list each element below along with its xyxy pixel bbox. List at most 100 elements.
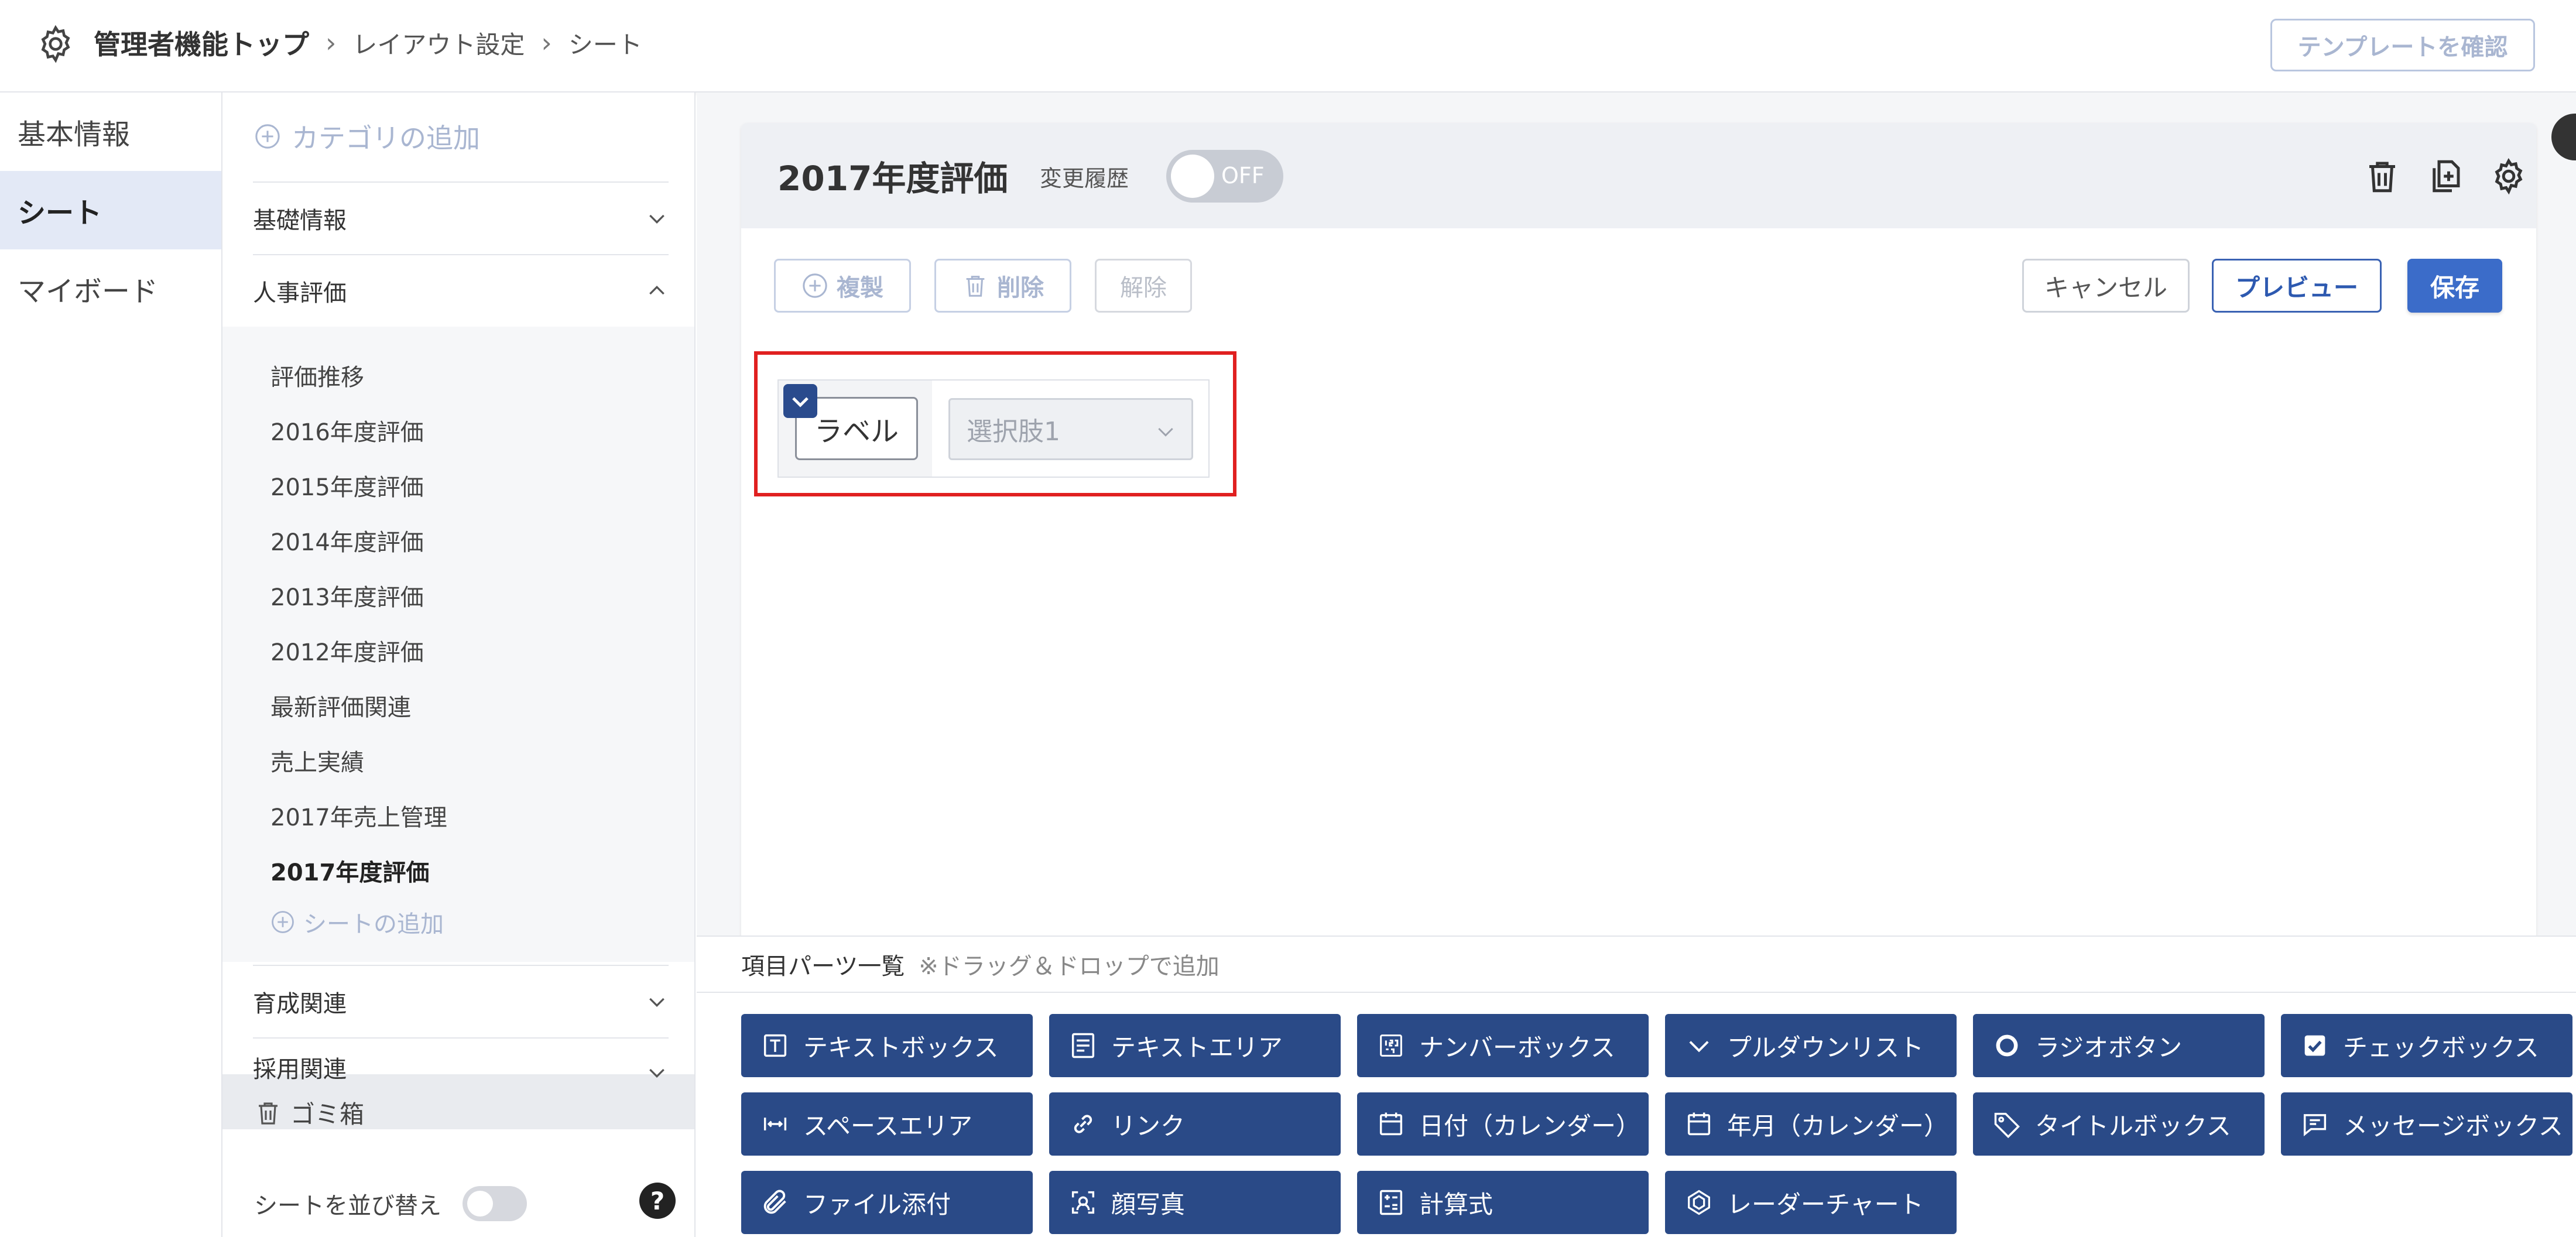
part-radio[interactable]: ラジオボタン <box>1973 1014 2265 1077</box>
part-label: テキストエリア <box>1111 1033 1283 1062</box>
help-icon[interactable]: ? <box>639 1183 676 1219</box>
part-checkbox[interactable]: チェックボックス <box>2281 1014 2572 1077</box>
trash-label: ゴミ箱 <box>290 1100 365 1129</box>
add-sheet-button[interactable]: シートの追加 <box>270 905 444 939</box>
part-formula[interactable]: 計算式 <box>1357 1171 1649 1234</box>
breadcrumb-sheet: シート <box>568 30 642 59</box>
sheet-item[interactable]: 2015年度評価 <box>270 468 424 502</box>
add-category-button[interactable]: カテゴリの追加 <box>254 117 480 156</box>
part-numberbox[interactable]: ナンバーボックス <box>1357 1014 1649 1077</box>
parts-title: 項目パーツ一覧 <box>741 953 905 980</box>
nav-item-myboard[interactable]: マイボード <box>0 249 221 328</box>
cancel-button[interactable]: キャンセル <box>2022 259 2190 313</box>
link-icon <box>1074 1115 1092 1133</box>
chevron-down-icon <box>1689 1041 1709 1053</box>
trash-icon[interactable] <box>2363 157 2402 196</box>
paperclip-icon <box>763 1190 786 1214</box>
plus-circle-icon <box>272 911 294 933</box>
gear-icon[interactable] <box>35 23 76 64</box>
duplicate-button[interactable]: 複製 <box>774 259 911 313</box>
chevron-down-icon <box>649 1068 664 1078</box>
select-value: 選択肢1 <box>967 417 1060 447</box>
category-training[interactable]: 育成関連 <box>253 965 669 1037</box>
trash-icon <box>966 276 985 297</box>
category-basic[interactable]: 基礎情報 <box>253 181 669 254</box>
sheet-item[interactable]: 2013年度評価 <box>270 578 424 612</box>
part-label: レーダーチャート <box>1727 1190 1924 1219</box>
part-title-box[interactable]: タイトルボックス <box>1973 1092 2265 1156</box>
category-label: 採用関連 <box>253 1056 347 1083</box>
sort-sheets-label: シートを並び替え <box>254 1193 441 1219</box>
number-icon <box>1380 1034 1402 1057</box>
part-space-area[interactable]: スペースエリア <box>741 1092 1033 1156</box>
part-message-box[interactable]: メッセージボックス <box>2281 1092 2572 1156</box>
trash-link[interactable]: ゴミ箱 <box>254 1095 364 1130</box>
chevron-down-icon <box>792 397 809 407</box>
part-label: テキストボックス <box>803 1033 999 1062</box>
part-textbox[interactable]: テキストボックス <box>741 1014 1033 1077</box>
parts-note: ※ドラッグ＆ドロップで追加 <box>919 953 1220 980</box>
copy-document-icon[interactable] <box>2426 157 2465 196</box>
part-file-attach[interactable]: ファイル添付 <box>741 1171 1033 1234</box>
part-label: 顔写真 <box>1111 1190 1186 1219</box>
face-photo-icon <box>1071 1191 1095 1214</box>
part-label: タイトルボックス <box>2035 1111 2231 1140</box>
part-textarea[interactable]: テキストエリア <box>1049 1014 1341 1077</box>
nav-item-sheet[interactable]: シート <box>0 171 221 249</box>
part-label: スペースエリア <box>803 1111 972 1140</box>
chevron-right-icon: › <box>541 27 552 59</box>
sheet-item[interactable]: 2017年売上管理 <box>270 799 447 832</box>
radio-icon <box>1996 1034 2018 1057</box>
category-label: 基礎情報 <box>253 207 347 234</box>
add-category-label: カテゴリの追加 <box>292 122 480 154</box>
sheet-item[interactable]: 2014年度評価 <box>270 523 424 557</box>
part-date-calendar[interactable]: 日付（カレンダー） <box>1357 1092 1649 1156</box>
part-month-calendar[interactable]: 年月（カレンダー） <box>1665 1092 1957 1156</box>
history-label: 変更履歴 <box>1040 166 1129 191</box>
sheet-item[interactable]: 2016年度評価 <box>270 413 424 447</box>
history-toggle[interactable]: OFF <box>1166 150 1283 203</box>
chevron-right-icon: › <box>326 27 337 59</box>
sheet-item-active[interactable]: 2017年度評価 <box>270 854 429 888</box>
category-recruitment[interactable]: 採用関連 <box>253 1037 669 1084</box>
part-radar-chart[interactable]: レーダーチャート <box>1665 1171 1957 1234</box>
part-label: 計算式 <box>1419 1190 1493 1219</box>
calendar-icon <box>1379 1112 1403 1136</box>
sheet-header: 2017年度評価 変更履歴 OFF <box>741 123 2536 228</box>
trash-icon <box>259 1102 278 1125</box>
message-icon <box>2303 1114 2327 1136</box>
category-label: 育成関連 <box>253 991 347 1017</box>
delete-button[interactable]: 削除 <box>934 259 1071 313</box>
release-button[interactable]: 解除 <box>1095 259 1192 313</box>
sort-sheets-toggle[interactable] <box>463 1186 527 1221</box>
sheet-item[interactable]: 2012年度評価 <box>270 633 424 667</box>
gear-icon[interactable] <box>2489 157 2528 196</box>
part-photo[interactable]: 顔写真 <box>1049 1171 1341 1234</box>
select-field[interactable]: 選択肢1 <box>948 398 1193 460</box>
part-label: 日付（カレンダー） <box>1419 1111 1641 1140</box>
breadcrumb-layout-settings[interactable]: レイアウト設定 <box>352 25 525 61</box>
space-icon <box>763 1118 787 1130</box>
part-pulldown[interactable]: プルダウンリスト <box>1665 1014 1957 1077</box>
breadcrumb-admin-top[interactable]: 管理者機能トップ <box>94 23 309 62</box>
field-collapse-toggle[interactable] <box>783 384 817 418</box>
textbox-icon <box>763 1034 787 1057</box>
nav-item-basic-info[interactable]: 基本情報 <box>0 92 221 171</box>
textarea-icon <box>1071 1033 1095 1058</box>
calculator-icon <box>1379 1190 1403 1215</box>
part-label: チェックボックス <box>2343 1033 2539 1062</box>
sheet-item[interactable]: 評価推移 <box>270 358 364 392</box>
check-template-button[interactable]: テンプレートを確認 <box>2270 19 2535 71</box>
category-hr-evaluation[interactable]: 人事評価 <box>253 254 669 327</box>
menu-icon[interactable] <box>2551 114 2576 160</box>
sheet-editor: 2017年度評価 変更履歴 OFF 複製 削除 解除 キャンセル プレビュー 保… <box>741 123 2536 1036</box>
save-button[interactable]: 保存 <box>2407 259 2502 313</box>
part-label: プルダウンリスト <box>1727 1033 1924 1062</box>
sheet-item[interactable]: 最新評価関連 <box>270 688 411 722</box>
form-field-row[interactable]: ラベル 選択肢1 <box>777 379 1210 478</box>
sheet-item[interactable]: 売上実績 <box>270 743 364 777</box>
parts-palette: テキストボックス テキストエリア ナンバーボックス プルダウンリスト ラジオボタ… <box>697 993 2576 1237</box>
preview-button[interactable]: プレビュー <box>2212 259 2382 313</box>
add-sheet-label: シートの追加 <box>303 911 444 938</box>
part-link[interactable]: リンク <box>1049 1092 1341 1156</box>
